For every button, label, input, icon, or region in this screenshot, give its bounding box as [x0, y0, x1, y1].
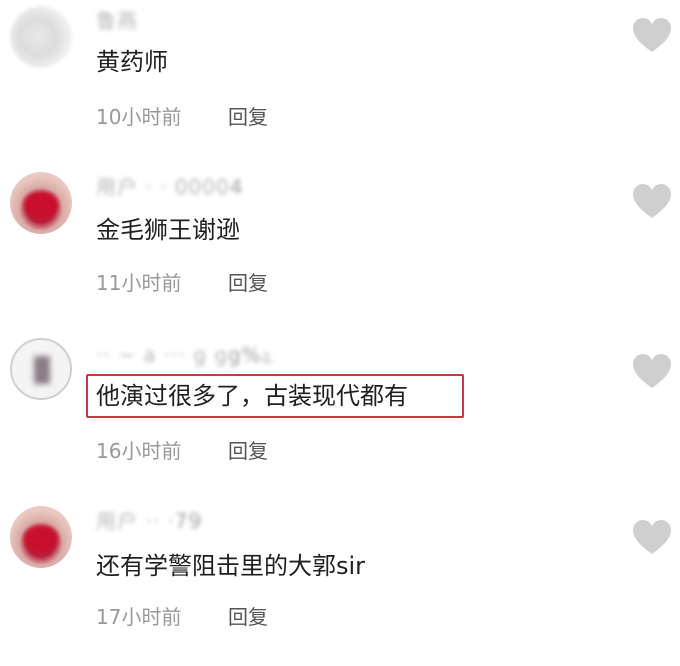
heart-icon[interactable] [632, 18, 672, 54]
comment-timestamp: 16小时前 [96, 439, 182, 463]
comment-timestamp: 11小时前 [96, 271, 182, 295]
heart-icon[interactable] [632, 184, 672, 220]
comment-text: 金毛狮王谢逊 [96, 216, 240, 244]
reply-button[interactable]: 回复 [228, 604, 268, 630]
username[interactable]: ·· ~ a ··· g gg%೭ [96, 342, 274, 368]
comment-item: ·· ~ a ··· g gg%೭ 他演过很多了，古装现代都有 16小时前 回复 [0, 338, 680, 498]
heart-icon[interactable] [632, 520, 672, 556]
comment-timestamp: 17小时前 [96, 605, 182, 629]
heart-icon[interactable] [632, 354, 672, 390]
reply-button[interactable]: 回复 [228, 438, 268, 464]
comment-text: 还有学警阻击里的大郭sir [96, 552, 366, 580]
username[interactable]: 用户 · · 00004 [96, 174, 243, 200]
avatar[interactable] [10, 6, 72, 68]
reply-button[interactable]: 回复 [228, 104, 268, 130]
comment-item: 用户 · · 00004 金毛狮王谢逊 11小时前 回复 [0, 172, 680, 332]
avatar[interactable] [10, 338, 72, 400]
username[interactable]: 用户 ·· ·79 [96, 508, 202, 534]
comment-timestamp: 10小时前 [96, 105, 182, 129]
comment-text: 他演过很多了，古装现代都有 [96, 382, 408, 410]
comment-item: 用户 ·· ·79 还有学警阻击里的大郭sir 17小时前 回复 [0, 506, 680, 666]
reply-button[interactable]: 回复 [228, 270, 268, 296]
comment-text: 黄药师 [96, 48, 168, 76]
avatar[interactable] [10, 172, 72, 234]
comment-item: 鲁燕 黄药师 10小时前 回复 [0, 6, 680, 166]
avatar[interactable] [10, 506, 72, 568]
username[interactable]: 鲁燕 [96, 8, 138, 34]
